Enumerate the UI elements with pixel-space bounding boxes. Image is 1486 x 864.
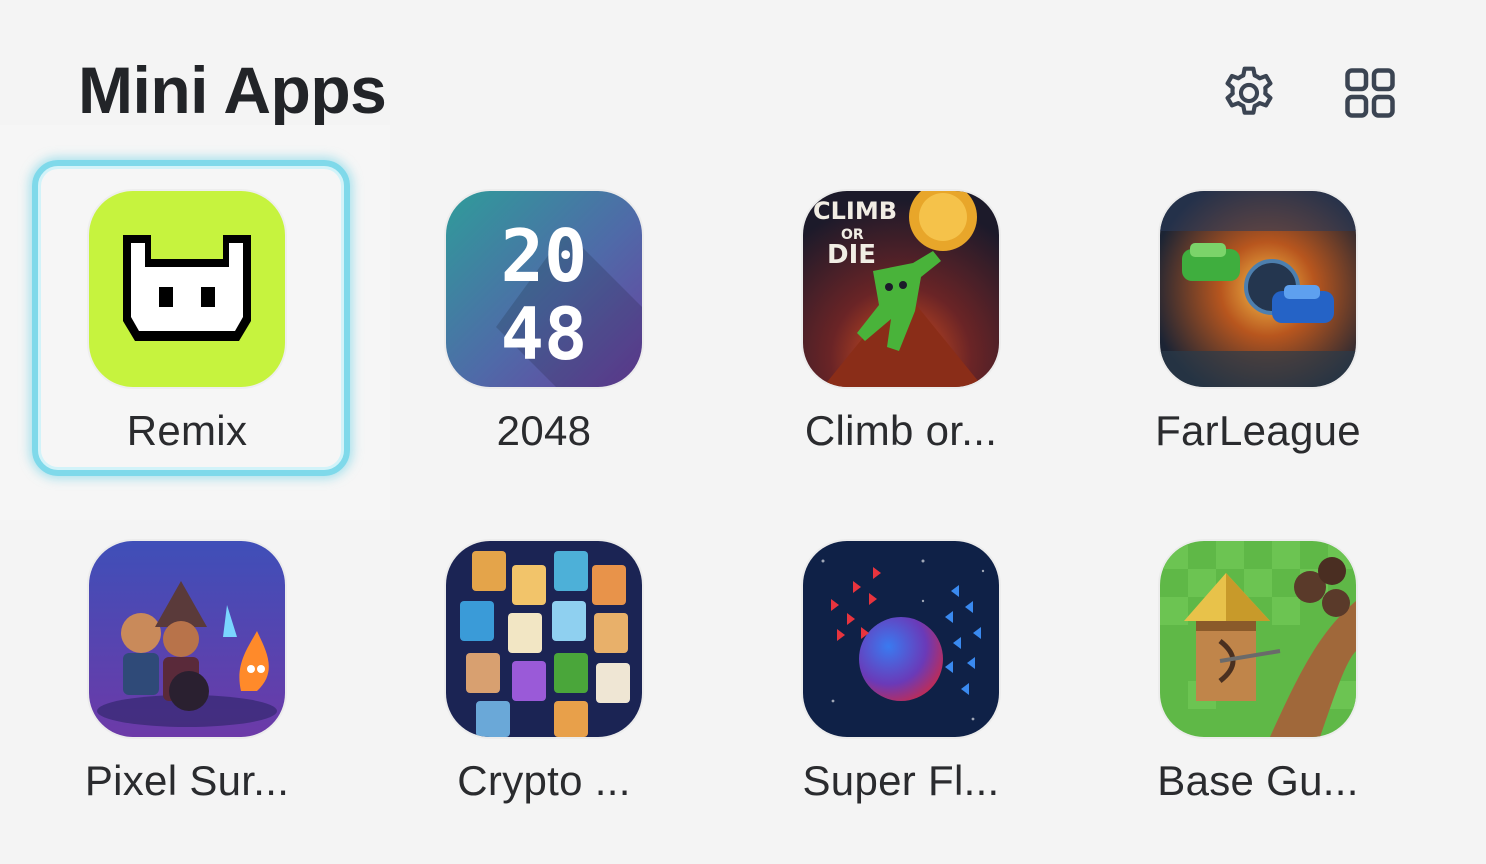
app-tile-climb-or-die[interactable]: CLIMB OR DIE Climb or... [745, 191, 1057, 497]
remix-logo-icon [89, 191, 285, 387]
svg-text:20: 20 [501, 214, 588, 298]
app-label: 2048 [496, 407, 592, 454]
app-tile-remix[interactable]: Remix [31, 191, 343, 497]
app-tile-super-fl[interactable]: Super Fl... [745, 541, 1057, 847]
2048-game-icon: 20 48 [446, 191, 642, 387]
pixel-survivors-game-icon [89, 541, 285, 737]
base-gu-game-icon [1160, 541, 1356, 737]
super-fl-game-icon [803, 541, 999, 737]
app-label: Pixel Sur... [84, 757, 290, 804]
svg-text:DIE: DIE [827, 240, 876, 270]
crypto-game-icon [446, 541, 642, 737]
app-label: Base Gu... [1157, 757, 1359, 804]
app-tile-farleague[interactable]: FarLeague [1102, 191, 1414, 497]
climb-or-die-game-icon: CLIMB OR DIE [803, 191, 999, 387]
app-label: Remix [126, 407, 248, 454]
svg-text:48: 48 [501, 292, 588, 376]
settings-button[interactable] [1216, 60, 1282, 126]
farleague-game-icon [1160, 191, 1356, 387]
app-tile-pixel-survivors[interactable]: Pixel Sur... [31, 541, 343, 847]
app-label: Climb or... [804, 407, 998, 454]
svg-text:CLIMB: CLIMB [813, 197, 897, 225]
app-tile-crypto[interactable]: Crypto ... [388, 541, 700, 847]
grid-icon [1345, 68, 1395, 118]
app-tile-base-gu[interactable]: Base Gu... [1102, 541, 1414, 847]
app-tile-2048[interactable]: 20 48 2048 [388, 191, 700, 497]
app-label: FarLeague [1155, 407, 1361, 454]
app-label: Super Fl... [802, 757, 1000, 804]
layout-grid-button[interactable] [1337, 60, 1403, 126]
page-title: Mini Apps [78, 53, 387, 127]
app-label: Crypto ... [457, 757, 631, 804]
gear-icon [1225, 66, 1273, 115]
